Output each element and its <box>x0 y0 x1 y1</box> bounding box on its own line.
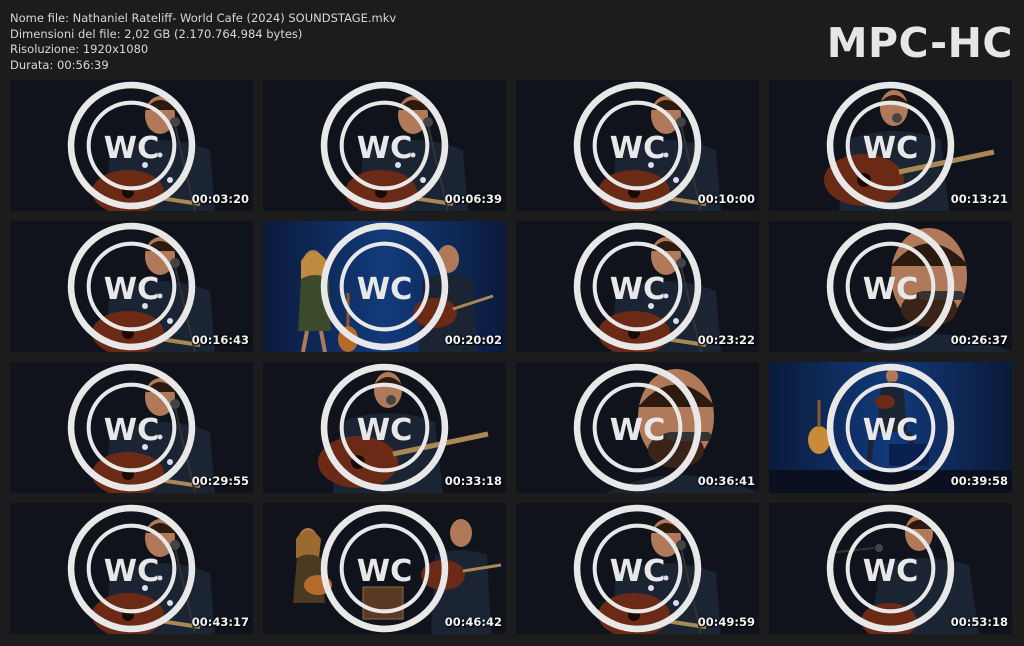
video-thumbnail: WC 00:03:20 <box>10 80 253 211</box>
video-thumbnail: WC 00:46:42 <box>263 503 506 634</box>
thumbnail-timestamp: 00:23:22 <box>697 333 755 347</box>
svg-text:WC: WC <box>863 554 919 589</box>
video-thumbnail: WC 00:16:43 <box>10 221 253 352</box>
svg-text:WC: WC <box>863 413 919 448</box>
thumbnail-timestamp: 00:39:58 <box>950 474 1008 488</box>
thumbnail-timestamp: 00:13:21 <box>950 192 1008 206</box>
svg-text:WC: WC <box>863 131 919 166</box>
svg-text:WC: WC <box>610 413 666 448</box>
mpc-hc-brand-label: MPC-HC <box>826 19 1013 67</box>
svg-text:WC: WC <box>357 554 413 589</box>
thumbnail-timestamp: 00:20:02 <box>444 333 502 347</box>
svg-text:WC: WC <box>357 131 413 166</box>
video-thumbnail: WC 00:26:37 <box>769 221 1012 352</box>
thumbnail-timestamp: 00:43:17 <box>191 615 249 629</box>
file-size-line: Dimensioni del file: 2,02 GB (2.170.764.… <box>10 26 303 41</box>
svg-text:WC: WC <box>863 272 919 307</box>
svg-text:WC: WC <box>610 131 666 166</box>
thumbnail-timestamp: 00:36:41 <box>697 474 755 488</box>
svg-text:WC: WC <box>357 413 413 448</box>
video-thumbnail: WC 00:06:39 <box>263 80 506 211</box>
video-thumbnail: WC 00:20:02 <box>263 221 506 352</box>
svg-text:WC: WC <box>104 272 160 307</box>
video-thumbnail: WC 00:39:58 <box>769 362 1012 493</box>
svg-text:WC: WC <box>104 413 160 448</box>
video-thumbnail: WC 00:33:18 <box>263 362 506 493</box>
thumbnail-timestamp: 00:53:18 <box>950 615 1008 629</box>
video-thumbnail: WC 00:23:22 <box>516 221 759 352</box>
thumbnail-timestamp: 00:29:55 <box>191 474 249 488</box>
file-name-line: Nome file: Nathaniel Rateliff- World Caf… <box>10 11 397 25</box>
video-thumbnail: WC 00:13:21 <box>769 80 1012 211</box>
video-thumbnail: WC 00:29:55 <box>10 362 253 493</box>
svg-text:WC: WC <box>610 272 666 307</box>
svg-text:WC: WC <box>104 554 160 589</box>
svg-text:WC: WC <box>357 272 413 307</box>
svg-text:WC: WC <box>610 554 666 589</box>
thumbnail-timestamp: 00:03:20 <box>191 192 249 206</box>
file-info-panel: Nome file: Nathaniel Rateliff- World Caf… <box>10 11 396 73</box>
thumbnail-timestamp: 00:33:18 <box>444 474 502 488</box>
thumbnail-timestamp: 00:16:43 <box>191 333 249 347</box>
video-thumbnail: WC 00:10:00 <box>516 80 759 211</box>
resolution-line: Risoluzione: 1920x1080 <box>10 42 149 56</box>
svg-text:WC: WC <box>104 131 160 166</box>
thumbnail-timestamp: 00:49:59 <box>697 615 755 629</box>
thumbnail-timestamp: 00:46:42 <box>444 615 502 629</box>
thumbnail-timestamp: 00:06:39 <box>444 192 502 206</box>
thumbnail-timestamp: 00:26:37 <box>950 333 1008 347</box>
video-thumbnail: WC 00:53:18 <box>769 503 1012 634</box>
video-thumbnail: WC 00:49:59 <box>516 503 759 634</box>
video-thumbnail: WC 00:36:41 <box>516 362 759 493</box>
video-thumbnail: WC 00:43:17 <box>10 503 253 634</box>
duration-line: Durata: 00:56:39 <box>10 57 109 72</box>
thumbnail-timestamp: 00:10:00 <box>697 192 755 206</box>
